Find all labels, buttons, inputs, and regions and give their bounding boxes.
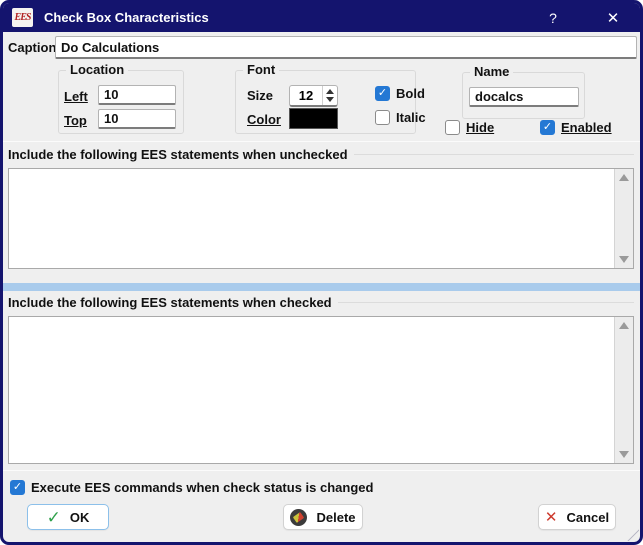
- unchecked-statements-box: [8, 168, 634, 269]
- cancel-x-icon: ✕: [545, 510, 558, 525]
- caption-row: Caption Do Calculations: [8, 36, 637, 59]
- top-label: Top: [64, 113, 87, 128]
- name-group: Name docalcs: [462, 72, 585, 119]
- scroll-down-icon[interactable]: [619, 451, 629, 458]
- checked-section-label: Include the following EES statements whe…: [8, 295, 332, 310]
- enabled-label: Enabled: [561, 120, 612, 135]
- delete-eraser-icon: [290, 509, 307, 526]
- color-label: Color: [247, 112, 281, 127]
- italic-checkbox[interactable]: [375, 110, 390, 125]
- font-color-swatch[interactable]: [289, 108, 338, 129]
- hide-label: Hide: [466, 120, 494, 135]
- size-label: Size: [247, 88, 273, 103]
- location-group-title: Location: [66, 63, 128, 77]
- ok-button[interactable]: ✓ OK: [27, 504, 109, 530]
- checkbox-characteristics-dialog: EES Check Box Characteristics ? ✕ Captio…: [0, 0, 643, 545]
- unchecked-statements-input[interactable]: [9, 169, 614, 268]
- ok-check-icon: ✓: [47, 509, 61, 526]
- font-size-stepper[interactable]: 12: [289, 85, 338, 107]
- unchecked-scrollbar[interactable]: [614, 169, 633, 268]
- splitter-handle[interactable]: [3, 283, 640, 291]
- name-input[interactable]: docalcs: [469, 87, 579, 107]
- left-input[interactable]: 10: [98, 85, 176, 105]
- enabled-checkbox[interactable]: [540, 120, 555, 135]
- title-bar[interactable]: EES Check Box Characteristics ? ✕: [3, 3, 640, 32]
- window-title: Check Box Characteristics: [44, 10, 209, 25]
- enabled-checkbox-row: Enabled: [540, 120, 612, 135]
- left-label: Left: [64, 89, 88, 104]
- italic-label: Italic: [396, 110, 426, 125]
- name-group-title: Name: [470, 65, 513, 79]
- bold-checkbox[interactable]: [375, 86, 390, 101]
- spinner-up-icon[interactable]: [326, 89, 334, 94]
- unchecked-section-label: Include the following EES statements whe…: [8, 147, 348, 162]
- bold-checkbox-row: Bold: [375, 86, 425, 101]
- close-icon[interactable]: ✕: [598, 9, 628, 27]
- spinner-arrows[interactable]: [322, 86, 337, 105]
- hide-checkbox-row: Hide: [445, 120, 494, 135]
- font-size-value: 12: [290, 86, 322, 105]
- spinner-down-icon[interactable]: [326, 97, 334, 102]
- delete-button[interactable]: Delete: [283, 504, 363, 530]
- caption-input[interactable]: Do Calculations: [55, 36, 637, 59]
- hide-checkbox[interactable]: [445, 120, 460, 135]
- scroll-up-icon[interactable]: [619, 322, 629, 329]
- unchecked-section-rule: [354, 154, 634, 155]
- execute-checkbox[interactable]: [10, 480, 25, 495]
- separator-top: [3, 141, 640, 142]
- caption-label: Caption: [8, 40, 55, 55]
- bold-label: Bold: [396, 86, 425, 101]
- location-group: Location Left 10 Top 10: [58, 70, 184, 134]
- font-group: Font Size 12 Bold Color Italic: [235, 70, 416, 134]
- checked-scrollbar[interactable]: [614, 317, 633, 463]
- delete-button-label: Delete: [316, 510, 355, 525]
- font-group-title: Font: [243, 63, 279, 77]
- unchecked-section-header: Include the following EES statements whe…: [8, 147, 634, 162]
- checked-section-rule: [338, 302, 634, 303]
- checked-statements-input[interactable]: [9, 317, 614, 463]
- ok-button-label: OK: [70, 510, 90, 525]
- ees-logo-icon: EES: [12, 8, 33, 27]
- cancel-button-label: Cancel: [566, 510, 609, 525]
- top-input[interactable]: 10: [98, 109, 176, 129]
- scroll-up-icon[interactable]: [619, 174, 629, 181]
- italic-checkbox-row: Italic: [375, 110, 426, 125]
- checked-section-header: Include the following EES statements whe…: [8, 295, 634, 310]
- separator-bottom: [3, 470, 640, 471]
- resize-grip[interactable]: [626, 528, 639, 541]
- scroll-down-icon[interactable]: [619, 256, 629, 263]
- execute-checkbox-row: Execute EES commands when check status i…: [10, 480, 373, 495]
- execute-label: Execute EES commands when check status i…: [31, 480, 373, 495]
- help-icon[interactable]: ?: [538, 10, 568, 26]
- cancel-button[interactable]: ✕ Cancel: [538, 504, 616, 530]
- checked-statements-box: [8, 316, 634, 464]
